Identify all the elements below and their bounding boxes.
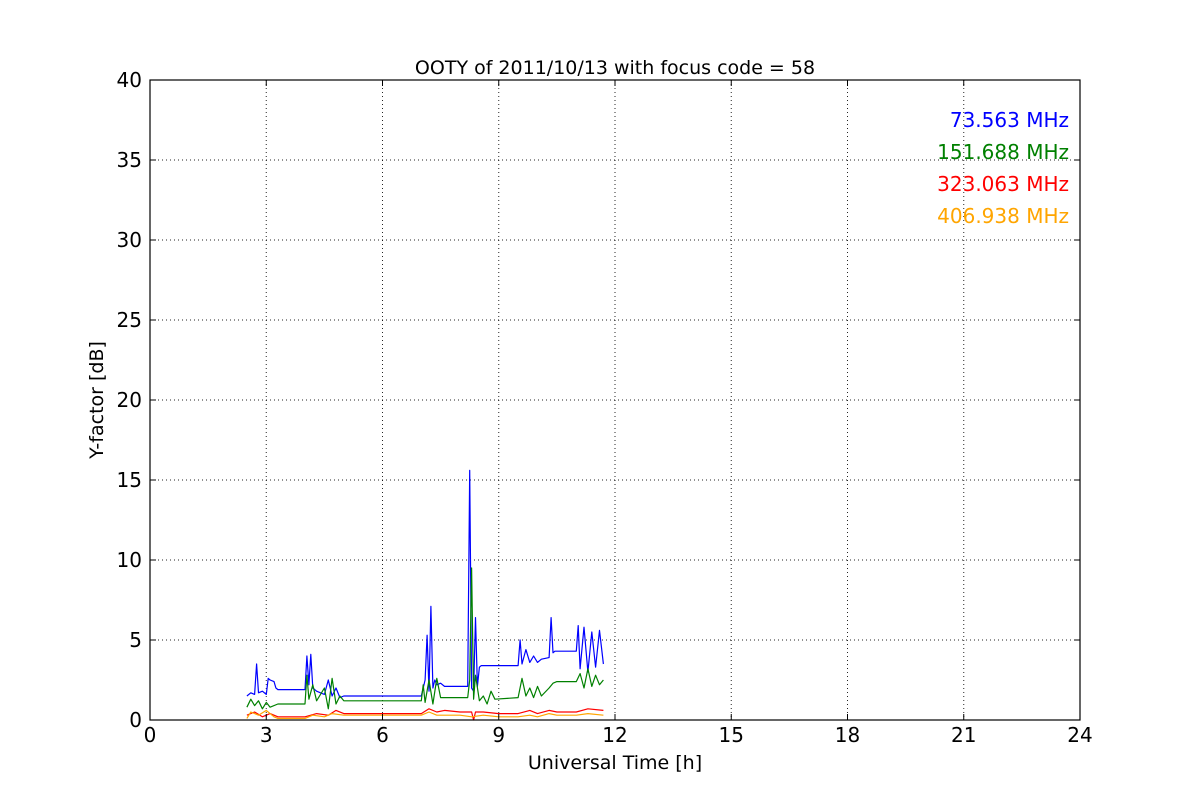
x-tick-label: 18 [835,723,860,747]
x-axis-label: Universal Time [h] [528,752,702,774]
y-tick-label: 40 [117,68,142,92]
x-tick-label: 21 [951,723,976,747]
x-tick-label: 3 [260,723,273,747]
y-tick-label: 25 [117,308,142,332]
chart-title: OOTY of 2011/10/13 with focus code = 58 [415,57,815,79]
y-tick-label: 20 [117,388,142,412]
x-tick-label: 24 [1067,723,1092,747]
legend-entry-3: 323.063 MHz [937,172,1069,196]
y-axis-label: Y-factor [dB] [86,341,108,460]
x-tick-label: 12 [602,723,627,747]
chart: OOTY of 2011/10/13 with focus code = 58 … [0,0,1200,800]
legend-entry-2: 151.688 MHz [937,140,1069,164]
x-tick-label: 9 [492,723,505,747]
x-tick-label: 15 [719,723,744,747]
legend-entry-4: 406.938 MHz [937,204,1069,228]
y-tick-label: 5 [129,628,142,652]
x-tick-label: 6 [376,723,389,747]
x-tick-label: 0 [144,723,157,747]
y-tick-label: 10 [117,548,142,572]
y-tick-label: 0 [129,708,142,732]
y-tick-label: 30 [117,228,142,252]
legend-entry-1: 73.563 MHz [950,108,1069,132]
y-tick-label: 35 [117,148,142,172]
y-tick-label: 15 [117,468,142,492]
